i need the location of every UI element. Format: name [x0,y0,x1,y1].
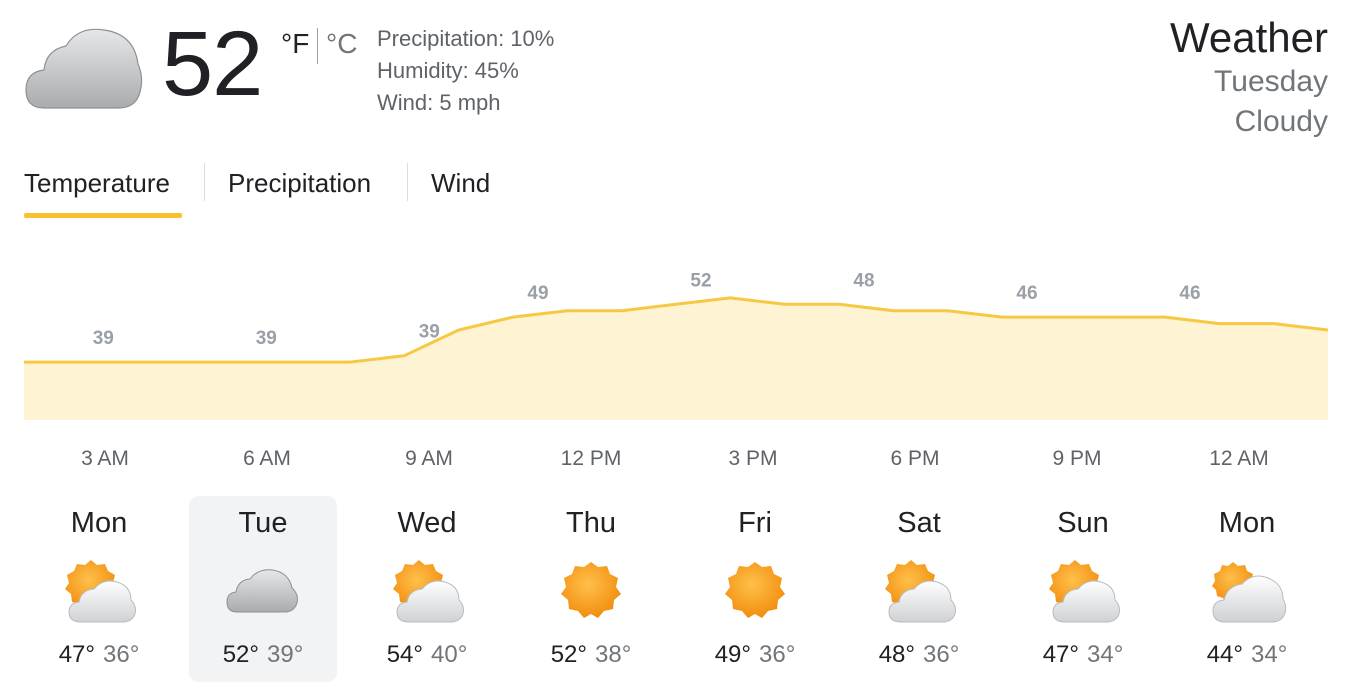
day-temperatures: 54° 40° [353,640,501,670]
tab-divider [204,163,205,201]
partly-cloudy-icon [1043,556,1123,626]
day-name: Sun [1057,507,1109,539]
day-temperatures: 44° 34° [1173,640,1321,670]
weather-title: Weather [1170,14,1328,61]
temperature-data-label: 46 [1016,283,1037,304]
celsius-toggle[interactable]: °C [326,28,357,60]
low-temperature: 36° [923,641,960,668]
day-name: Wed [397,507,457,539]
day-name: Sat [897,507,941,539]
temperature-data-label: 39 [93,328,114,349]
forecast-day-sat[interactable]: Sat 48° 36° [845,496,993,682]
low-temperature: 39° [267,641,304,668]
active-tab-indicator [24,213,182,218]
day-temperatures: 52° 38° [517,640,665,670]
high-temperature: 44° [1206,641,1243,668]
time-label: 6 AM [243,447,291,470]
day-name: Fri [738,507,772,539]
temperature-data-label: 39 [256,328,277,349]
high-temperature: 47° [1042,641,1079,668]
fahrenheit-toggle[interactable]: °F [281,28,309,60]
precipitation-stat: Precipitation: 10% [377,26,555,51]
mostly-cloudy-icon [1207,556,1287,626]
temperature-chart: 39 39 39 49 52 48 46 46 [24,270,1329,420]
forecast-day-mon[interactable]: Mon 44° 34° [1173,496,1321,682]
low-temperature: 40° [431,641,468,668]
forecast-day-wed[interactable]: Wed 54° 40° [353,496,501,682]
unit-divider [317,28,318,64]
low-temperature: 38° [595,641,632,668]
temperature-data-label: 52 [690,270,711,291]
current-temperature: 52 [162,13,263,115]
high-temperature: 52° [550,641,587,668]
high-temperature: 54° [386,641,423,668]
forecast-day-sun[interactable]: Sun 47° 34° [1009,496,1157,682]
day-temperatures: 47° 36° [25,640,173,670]
weather-condition: Cloudy [1234,105,1328,138]
wind-stat: Wind: 5 mph [377,90,501,115]
day-temperatures: 52° 39° [189,640,337,670]
day-name: Mon [1218,507,1276,539]
current-cloudy-icon [22,26,148,112]
weather-day: Tuesday [1214,65,1328,98]
time-label: 6 PM [890,447,940,470]
forecast-day-thu[interactable]: Thu 52° 38° [517,496,665,682]
cloudy-icon [223,556,303,626]
partly-cloudy-icon [59,556,139,626]
day-name: Thu [566,507,616,539]
temperature-data-label: 49 [527,283,548,304]
high-temperature: 49° [714,641,751,668]
day-name: Mon [70,507,128,539]
high-temperature: 48° [878,641,915,668]
tab-precipitation[interactable]: Precipitation [228,168,371,198]
low-temperature: 34° [1087,641,1124,668]
time-label: 9 AM [405,447,453,470]
day-name: Tue [238,507,288,539]
time-label: 3 PM [728,447,778,470]
temperature-data-label: 48 [853,270,874,291]
partly-cloudy-icon [879,556,959,626]
tab-temperature[interactable]: Temperature [24,168,170,198]
forecast-day-tue[interactable]: Tue 52° 39° [189,496,337,682]
tab-wind[interactable]: Wind [431,168,490,198]
forecast-day-fri[interactable]: Fri 49° 36° [681,496,829,682]
partly-cloudy-icon [387,556,467,626]
day-temperatures: 49° 36° [681,640,829,670]
low-temperature: 36° [759,641,796,668]
sunny-icon [551,556,631,626]
low-temperature: 36° [103,641,140,668]
time-label: 12 AM [1209,447,1269,470]
humidity-stat: Humidity: 45% [377,58,519,83]
low-temperature: 34° [1251,641,1288,668]
time-label: 12 PM [560,447,622,470]
temperature-data-label: 46 [1179,283,1200,304]
time-label: 9 PM [1052,447,1102,470]
forecast-day-mon[interactable]: Mon 47° 36° [25,496,173,682]
day-temperatures: 47° 34° [1009,640,1157,670]
time-label: 3 AM [81,447,129,470]
high-temperature: 52° [222,641,259,668]
temperature-data-label: 39 [419,322,440,343]
day-temperatures: 48° 36° [845,640,993,670]
tab-divider [407,163,408,201]
sunny-icon [715,556,795,626]
high-temperature: 47° [58,641,95,668]
